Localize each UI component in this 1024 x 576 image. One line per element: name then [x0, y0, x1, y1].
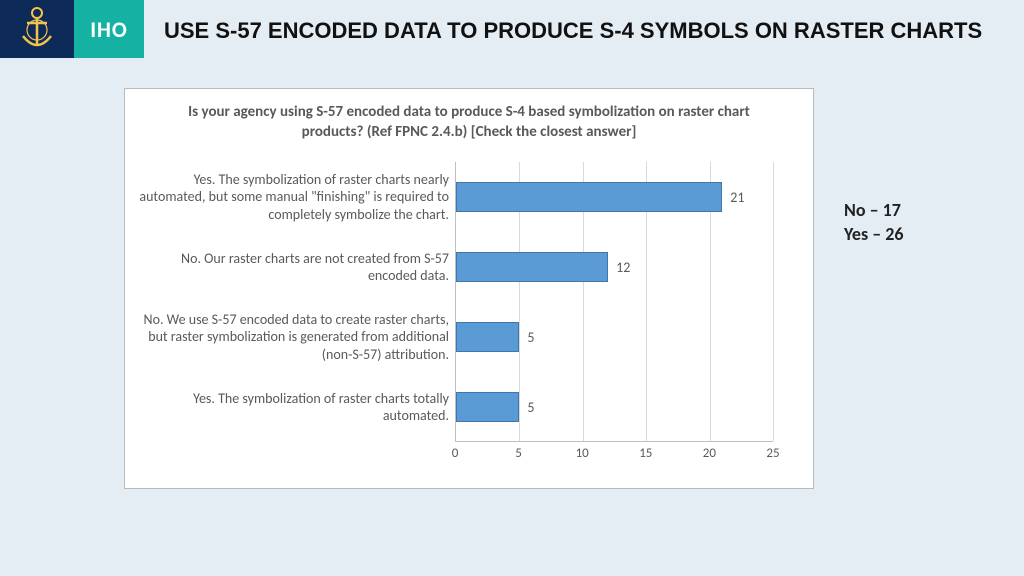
- bar-row: 12: [456, 232, 773, 302]
- bar-value-label: 12: [616, 259, 630, 276]
- iho-emblem: [0, 0, 74, 58]
- y-axis-category-label: Yes. The symbolization of raster charts …: [135, 162, 455, 232]
- y-axis-category-label: No. Our raster charts are not created fr…: [135, 232, 455, 302]
- bar-row: 21: [456, 162, 773, 232]
- x-axis-tick-label: 15: [639, 446, 652, 461]
- bar-value-label: 5: [527, 399, 534, 416]
- chart-body: Yes. The symbolization of raster charts …: [135, 162, 803, 466]
- summary-no: No – 17: [844, 198, 904, 222]
- anchor-icon: [17, 6, 57, 52]
- header-bar: IHO USE S-57 ENCODED DATA TO PRODUCE S-4…: [0, 0, 1024, 58]
- bar: [456, 252, 608, 282]
- x-axis-tick-label: 20: [703, 446, 716, 461]
- x-axis-tick-label: 10: [576, 446, 589, 461]
- bar: [456, 322, 519, 352]
- y-axis-category-label: Yes. The symbolization of raster charts …: [135, 372, 455, 442]
- bar-row: 5: [456, 302, 773, 372]
- plot-column: 21 12 5 5 0 5 10 15 20 25: [455, 162, 803, 466]
- chart-card: Is your agency using S-57 encoded data t…: [124, 88, 814, 489]
- iho-text-block: IHO: [74, 0, 144, 58]
- bar-value-label: 21: [730, 189, 744, 206]
- plot-area: 21 12 5 5: [455, 162, 773, 442]
- page-title: USE S-57 ENCODED DATA TO PRODUCE S-4 SYM…: [144, 15, 1024, 43]
- bar-row: 5: [456, 372, 773, 442]
- bar-value-label: 5: [527, 329, 534, 346]
- gridline: [773, 162, 774, 441]
- chart-title: Is your agency using S-57 encoded data t…: [135, 103, 803, 162]
- y-axis-labels: Yes. The symbolization of raster charts …: [135, 162, 455, 466]
- y-axis-category-label: No. We use S-57 encoded data to create r…: [135, 302, 455, 372]
- x-axis-tick-label: 25: [766, 446, 779, 461]
- x-axis: 0510152025: [455, 442, 773, 466]
- bar: [456, 182, 722, 212]
- content-area: Is your agency using S-57 encoded data t…: [0, 58, 1024, 489]
- summary-box: No – 17 Yes – 26: [844, 198, 904, 247]
- summary-yes: Yes – 26: [844, 222, 904, 246]
- bar: [456, 392, 519, 422]
- x-axis-tick-label: 5: [515, 446, 522, 461]
- x-axis-tick-label: 0: [452, 446, 459, 461]
